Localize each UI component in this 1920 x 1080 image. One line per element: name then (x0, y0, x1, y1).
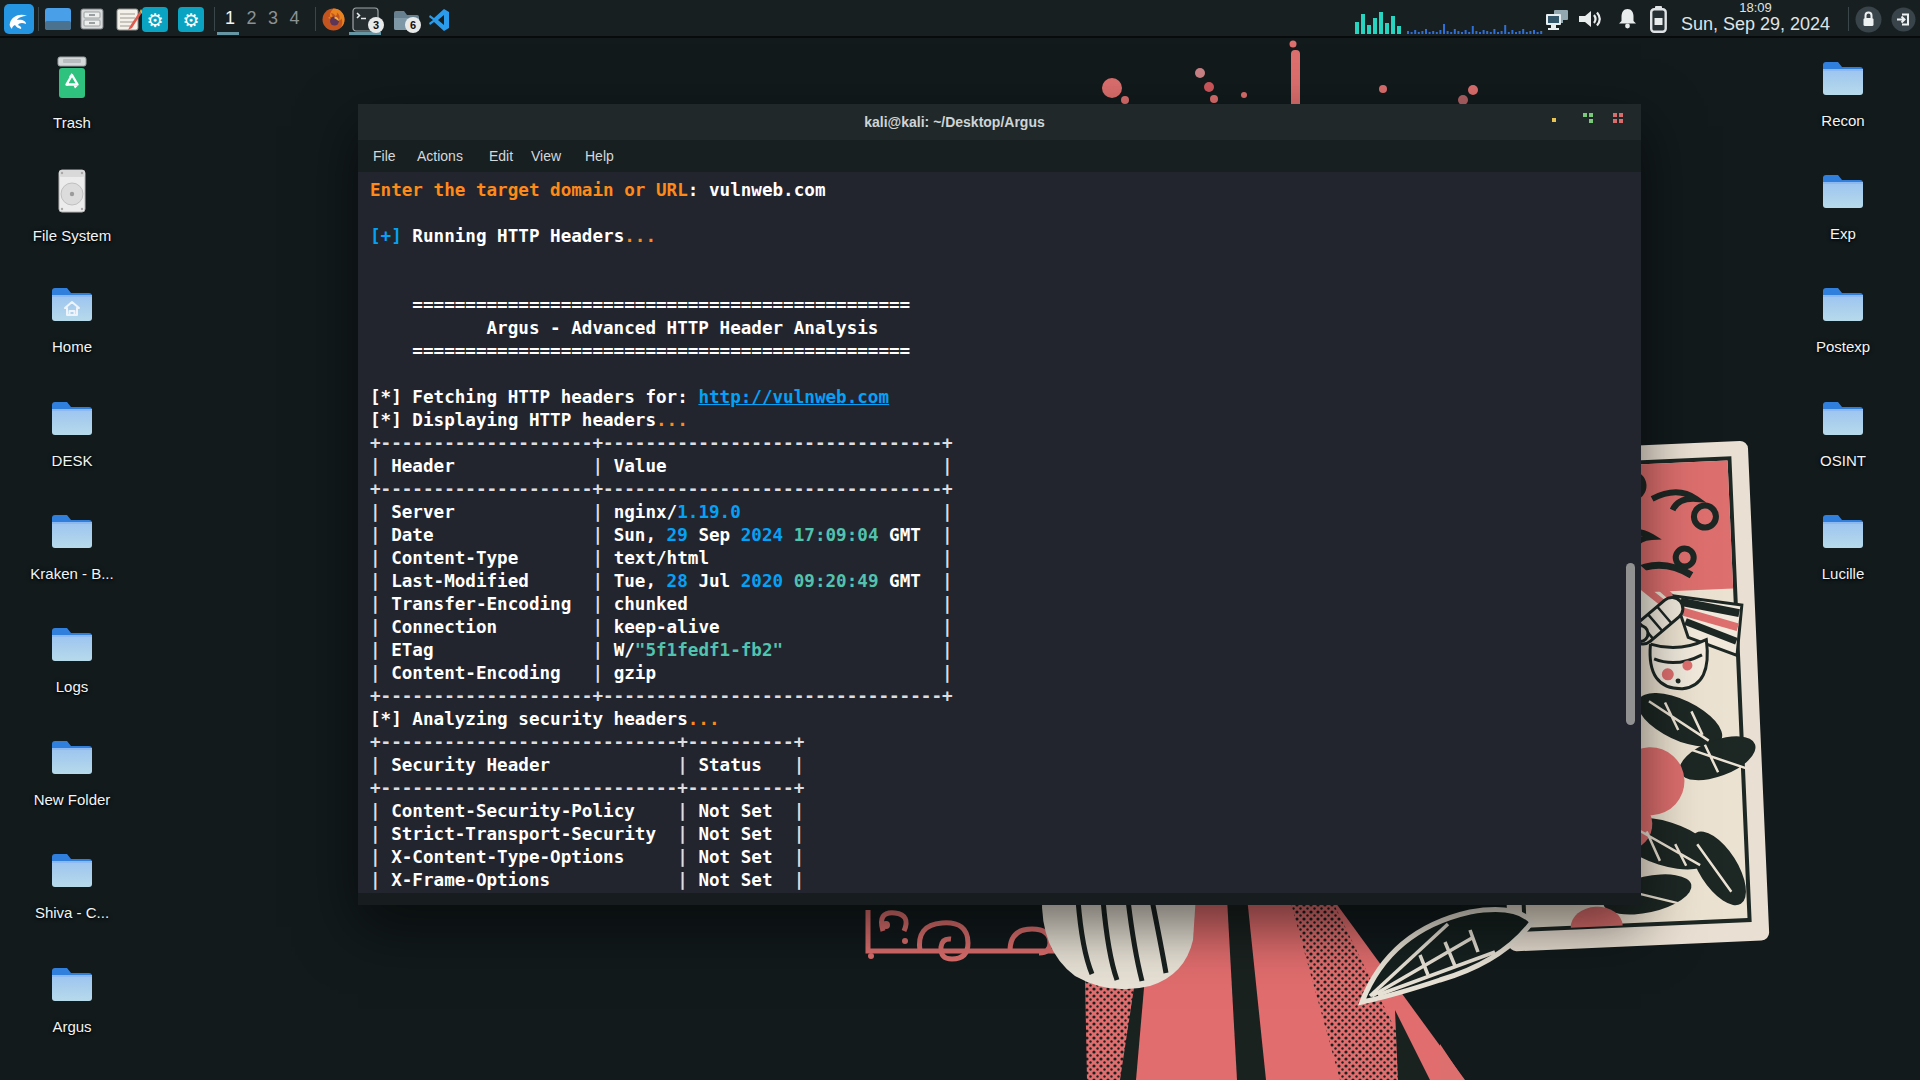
desktop-icon-label: Exp (1797, 225, 1889, 242)
settings-gear2-icon[interactable]: ⚙ (178, 7, 204, 32)
panel-separator (1848, 7, 1849, 31)
window-buttons-applet-icon[interactable] (44, 7, 72, 31)
desktop-icon-label: Home (26, 338, 118, 355)
window-bottom-edge (358, 893, 1641, 905)
desktop-icon-logs[interactable]: Logs (26, 622, 118, 695)
notes-icon[interactable] (116, 7, 142, 32)
minimize-button[interactable] (1544, 104, 1566, 140)
desktop-icon-label: OSINT (1797, 452, 1889, 469)
desktop-icon-argus[interactable]: Argus (26, 962, 118, 1035)
desktop-icon-home[interactable]: Home (26, 282, 118, 355)
terminal-window: kali@kali: ~/Desktop/Argus File Actions Ed… (358, 104, 1641, 905)
desktop-icon-label: Trash (26, 114, 118, 131)
desktop-icon-lucille[interactable]: Lucille (1797, 509, 1889, 582)
desktop-icon-file-system[interactable]: File System (26, 169, 118, 244)
maximize-button[interactable] (1577, 104, 1599, 140)
notifications-bell-icon[interactable] (1618, 8, 1637, 30)
desktop-icon-label: Shiva - C... (26, 904, 118, 921)
desktop-icon-label: DESK (26, 452, 118, 469)
desktop-icon-osint[interactable]: OSINT (1797, 396, 1889, 469)
window-titlebar[interactable]: kali@kali: ~/Desktop/Argus (358, 104, 1641, 140)
svg-text:⚙: ⚙ (182, 9, 199, 31)
audio-spectrum-widget[interactable] (1353, 10, 1543, 36)
panel-separator (315, 7, 316, 31)
top-panel: ⚙ ⚙ 1234 3 6 (0, 0, 1920, 38)
panel-clock[interactable]: 18:09 Sun, Sep 29, 2024 (1668, 1, 1843, 33)
vscode-icon[interactable] (428, 8, 451, 32)
svg-text:⚙: ⚙ (146, 9, 163, 31)
desktop-icon-shiva-c-[interactable]: Shiva - C... (26, 848, 118, 921)
desktop-icon-label: Lucille (1797, 565, 1889, 582)
terminal-content[interactable]: Enter the target domain or URL: vulnweb.… (358, 172, 1641, 893)
desktop-icon-label: New Folder (26, 791, 118, 808)
volume-icon[interactable] (1578, 8, 1604, 30)
menu-edit[interactable]: Edit (489, 140, 513, 172)
menu-file[interactable]: File (373, 140, 396, 172)
files-badge: 6 (405, 17, 421, 33)
desktop-icon-label: Kraken - B... (26, 565, 118, 582)
workspace-3[interactable]: 3 (262, 5, 284, 31)
desktop-icon-kraken-b-[interactable]: Kraken - B... (26, 509, 118, 582)
menu-view[interactable]: View (531, 140, 561, 172)
terminal-badge: 3 (368, 17, 384, 33)
network-icon[interactable] (1544, 9, 1570, 30)
workspace-4[interactable]: 4 (284, 5, 306, 31)
desktop-icon-label: Logs (26, 678, 118, 695)
desktop-icon-label: Recon (1797, 112, 1889, 129)
desktop-icon-new-folder[interactable]: New Folder (26, 735, 118, 808)
desktop-icon-postexp[interactable]: Postexp (1797, 282, 1889, 355)
firefox-icon[interactable] (322, 8, 345, 31)
terminal-output: Enter the target domain or URL: vulnweb.… (370, 172, 953, 892)
menu-help[interactable]: Help (585, 140, 614, 172)
kali-menu-icon[interactable] (4, 4, 34, 34)
workspace-2[interactable]: 2 (241, 5, 263, 31)
clock-date: Sun, Sep 29, 2024 (1668, 15, 1843, 33)
logout-icon[interactable] (1891, 7, 1916, 32)
close-button[interactable] (1607, 104, 1629, 140)
settings-gear-icon[interactable]: ⚙ (142, 7, 168, 32)
desktop-icon-exp[interactable]: Exp (1797, 169, 1889, 242)
clock-time: 18:09 (1668, 1, 1843, 15)
desktop-icon-label: File System (26, 227, 118, 244)
panel-separator (214, 7, 215, 31)
desktop-icon-trash[interactable]: Trash (26, 56, 118, 131)
panel-separator (38, 7, 39, 31)
window-menubar: File Actions Edit View Help (358, 140, 1641, 172)
lock-screen-icon[interactable] (1855, 6, 1882, 33)
file-cabinet-icon[interactable] (80, 8, 104, 30)
terminal-scrollbar[interactable] (1626, 563, 1635, 725)
window-title: kali@kali: ~/Desktop/Argus (358, 104, 1551, 140)
battery-icon[interactable] (1650, 6, 1667, 33)
desktop-icon-label: Postexp (1797, 338, 1889, 355)
desktop-icon-desk[interactable]: DESK (26, 396, 118, 469)
desktop-icon-label: Argus (26, 1018, 118, 1035)
desktop-icon-recon[interactable]: Recon (1797, 56, 1889, 129)
workspace-active-underline (217, 32, 239, 35)
menu-actions[interactable]: Actions (417, 140, 463, 172)
workspace-1[interactable]: 1 (219, 5, 241, 31)
